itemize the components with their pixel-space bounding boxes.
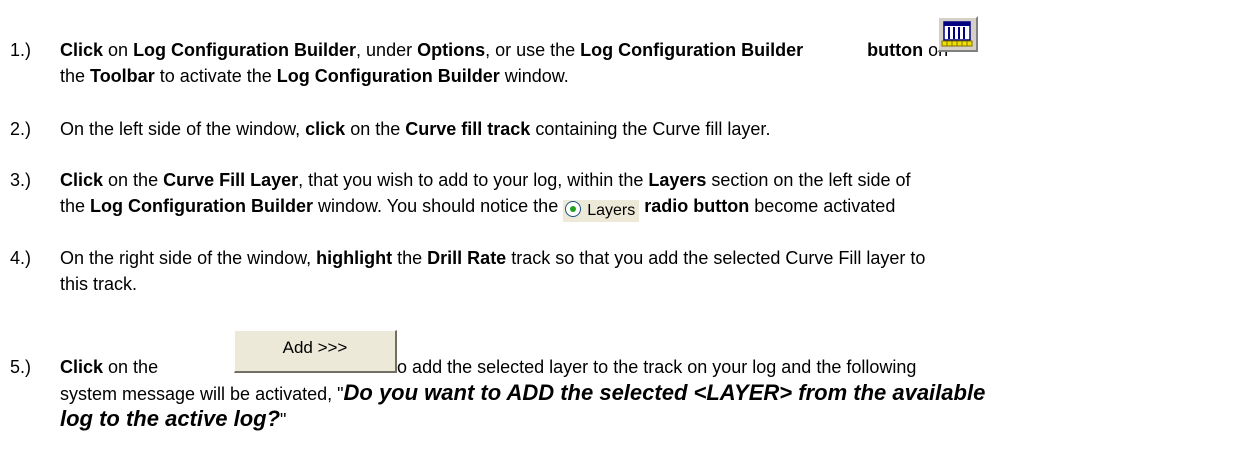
- text: the: [60, 196, 91, 216]
- text: , or use the: [485, 40, 581, 60]
- text: On the right side of the window,: [60, 248, 317, 268]
- bold-text: Drill Rate: [427, 248, 507, 268]
- step-number: 1.): [10, 40, 32, 60]
- text: on: [103, 40, 134, 60]
- bold-text: Curve Fill Layer: [163, 170, 299, 190]
- step-text: Click on Log Configuration Builder, unde…: [60, 16, 978, 89]
- text: the: [392, 248, 428, 268]
- step-text: Click on thebutton to add the selected l…: [60, 330, 986, 432]
- bold-text: Toolbar: [90, 66, 155, 86]
- text: become activated: [749, 196, 896, 216]
- text: to add the selected layer to the track o…: [387, 357, 917, 377]
- text: this track.: [60, 274, 138, 294]
- text: window. You should notice the: [313, 196, 564, 216]
- bold-text: Log Configuration Builder: [90, 196, 314, 216]
- step-text: On the left side of the window, click on…: [60, 116, 770, 142]
- bold-text: Curve fill track: [405, 119, 531, 139]
- system-message-text: Do you want to ADD the selected <LAYER> …: [343, 380, 986, 405]
- bold-text: Layers: [648, 170, 707, 190]
- bold-text: click: [305, 119, 346, 139]
- step-text: Click on the Curve Fill Layer, that you …: [60, 167, 911, 222]
- bold-text: button: [867, 40, 924, 60]
- text: containing the Curve fill layer.: [530, 119, 771, 139]
- step-number: 5.): [10, 357, 32, 377]
- add-button-image: Add >>>: [234, 330, 397, 373]
- step-number: 2.): [10, 119, 32, 139]
- text: ": [280, 410, 287, 430]
- text: to activate the: [154, 66, 277, 86]
- bold-text: Click: [60, 170, 104, 190]
- layers-radio-button-image: Layers: [563, 200, 640, 222]
- bold-text: radio button: [644, 196, 750, 216]
- text: window.: [499, 66, 569, 86]
- bold-text: Options: [417, 40, 486, 60]
- step-number: 4.): [10, 248, 32, 268]
- radio-selected-icon: [565, 201, 582, 217]
- text: track so that you add the selected Curve…: [506, 248, 926, 268]
- text: on the: [103, 170, 164, 190]
- system-message-text: log to the active log?: [60, 406, 281, 431]
- text: , that you wish to add to your log, with…: [298, 170, 649, 190]
- text: the: [60, 66, 91, 86]
- bold-text: Click: [60, 357, 104, 377]
- text: system message will be activated, ": [60, 384, 344, 404]
- step-text: On the right side of the window, highlig…: [60, 245, 925, 297]
- bold-text: Log Configuration Builder: [580, 40, 804, 60]
- bold-text: highlight: [316, 248, 393, 268]
- text: on the: [103, 357, 159, 377]
- text: section on the left side of: [706, 170, 911, 190]
- text: On the left side of the window,: [60, 119, 306, 139]
- step-number: 3.): [10, 170, 32, 190]
- bold-text: Click: [60, 40, 104, 60]
- text: on the: [345, 119, 406, 139]
- layers-radio-label: Layers: [587, 202, 636, 219]
- bold-text: Log Configuration Builder: [276, 66, 500, 86]
- text: , under: [356, 40, 418, 60]
- log-configuration-builder-icon: [937, 16, 978, 52]
- bold-text: Log Configuration Builder: [133, 40, 357, 60]
